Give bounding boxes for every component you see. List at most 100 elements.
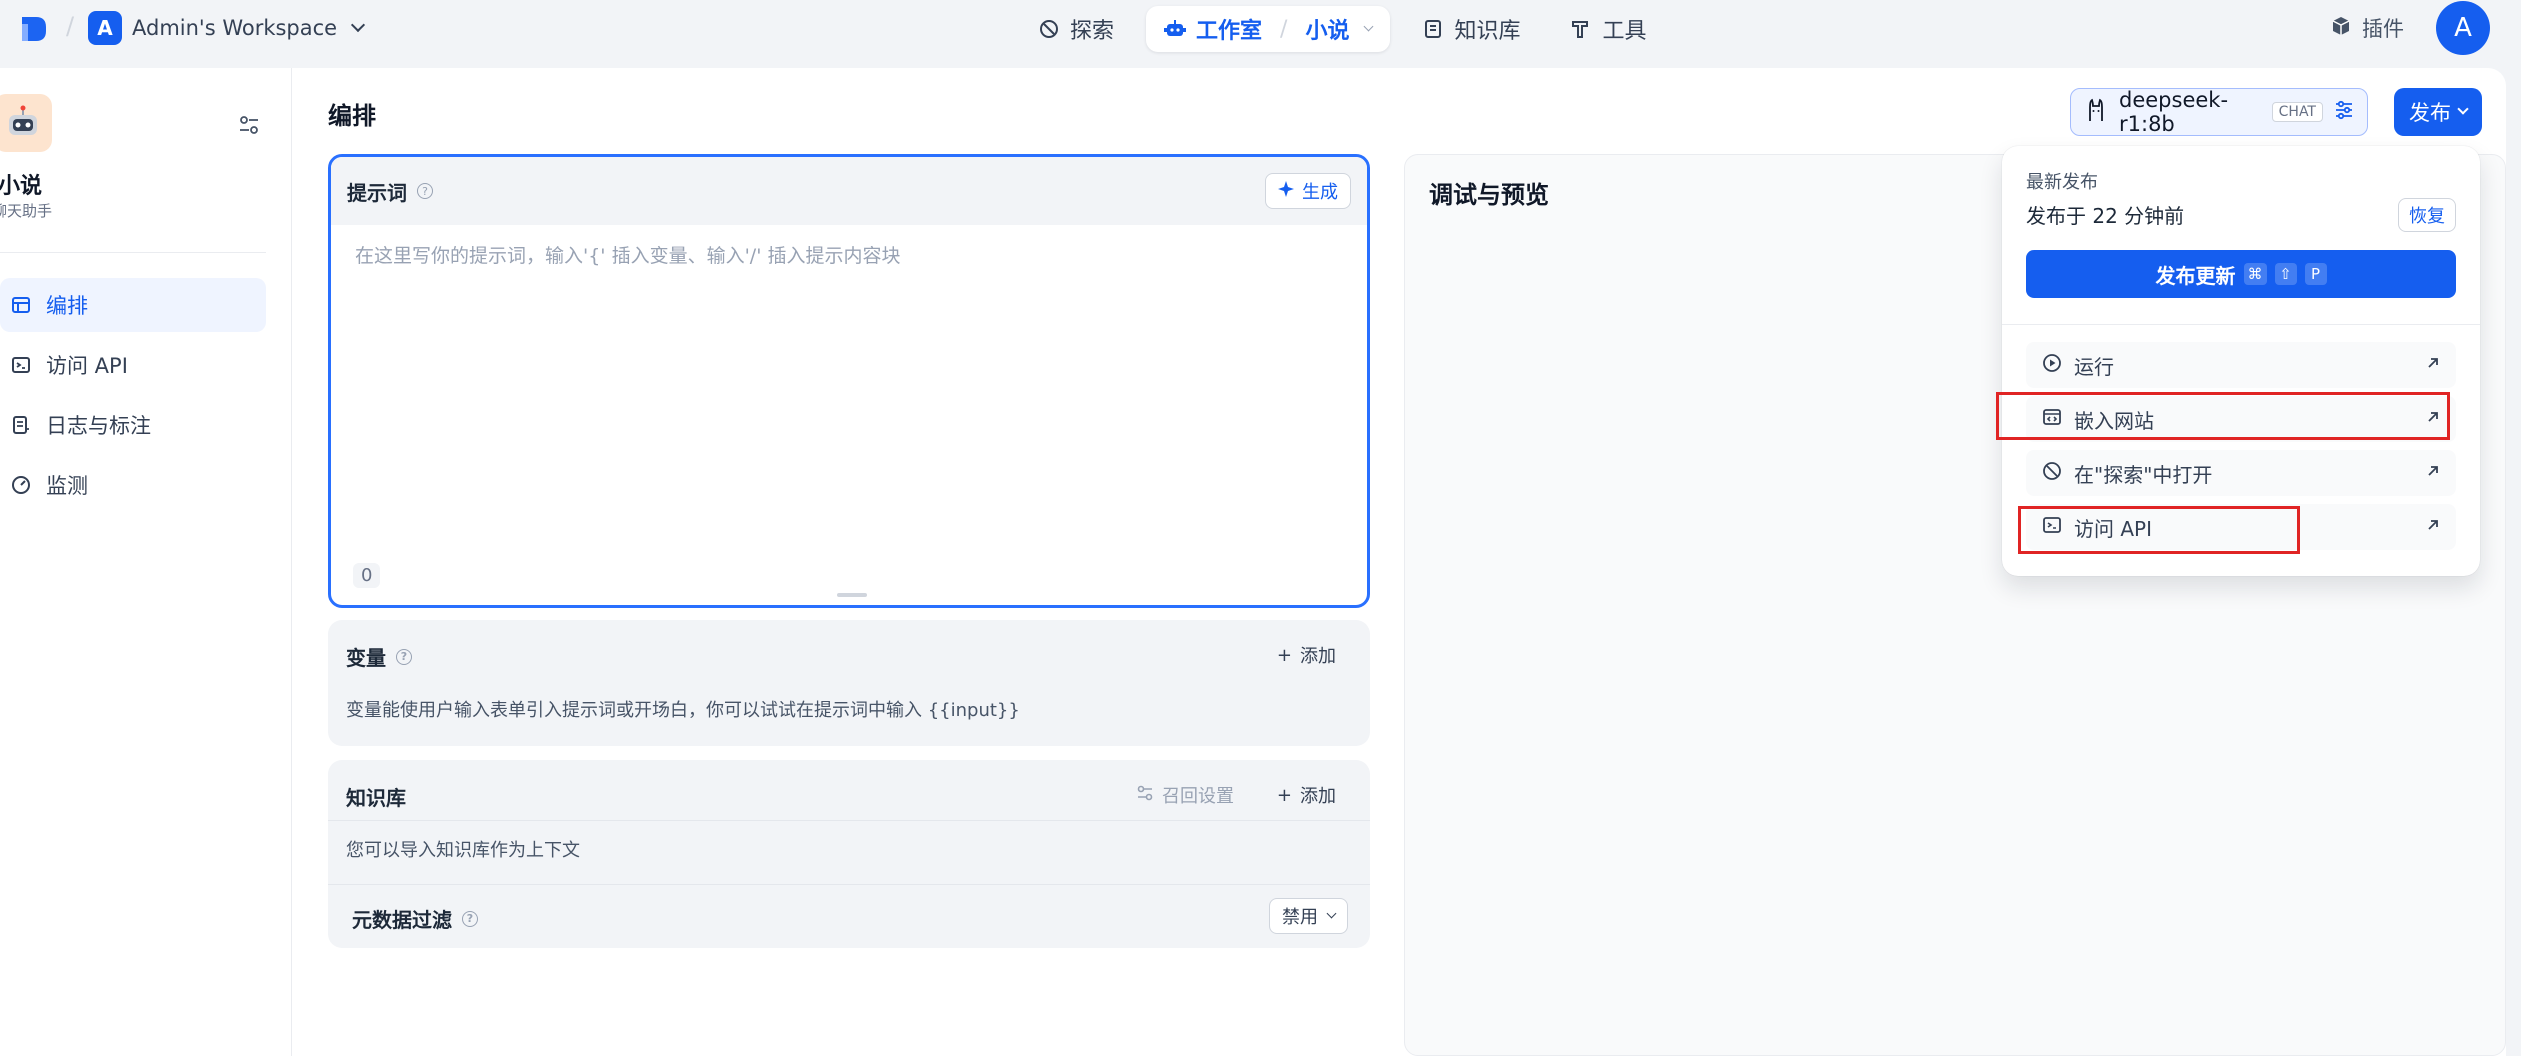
- hammer-icon: [1570, 18, 1592, 40]
- restore-button[interactable]: 恢复: [2398, 198, 2456, 232]
- app-description: 聊天助手: [0, 202, 53, 220]
- generate-button[interactable]: 生成: [1265, 173, 1351, 209]
- nav-knowledge[interactable]: 知识库: [1404, 6, 1538, 52]
- sidebar-item-logs[interactable]: 日志与标注: [0, 398, 266, 452]
- cube-icon: [2330, 15, 2352, 42]
- add-label: 添加: [1300, 786, 1336, 807]
- knowledge-title: 知识库: [346, 786, 406, 810]
- terminal-icon: [2042, 515, 2062, 540]
- sidebar-item-api[interactable]: 访问 API: [0, 338, 266, 392]
- metadata-filter-label: 元数据过滤: [352, 908, 452, 932]
- add-knowledge-button[interactable]: + 添加: [1277, 782, 1336, 808]
- nav-studio[interactable]: 工作室 / 小说: [1146, 6, 1391, 52]
- metadata-filter-value: 禁用: [1282, 907, 1318, 928]
- main-nav: 探索 工作室 / 小说 知识库 工具: [1020, 6, 1665, 52]
- menu-item-access-api[interactable]: 访问 API: [2026, 504, 2456, 550]
- user-avatar[interactable]: A: [2436, 1, 2490, 55]
- menu-item-label: 嵌入网站: [2074, 408, 2154, 433]
- layout-icon: [10, 294, 32, 316]
- menu-item-label: 访问 API: [2074, 516, 2152, 541]
- workspace-avatar: A: [88, 11, 122, 45]
- settings-sliders-icon[interactable]: [2333, 99, 2355, 125]
- add-variable-button[interactable]: + 添加: [1277, 642, 1336, 668]
- plus-icon: +: [1276, 644, 1292, 666]
- metadata-filter-select[interactable]: 禁用: [1269, 898, 1348, 934]
- plugins-link[interactable]: 插件: [2330, 12, 2404, 44]
- arrow-up-right-icon: [2428, 358, 2438, 368]
- sidebar-item-orchestrate[interactable]: 编排: [0, 278, 266, 332]
- help-icon[interactable]: ?: [396, 648, 412, 665]
- log-icon: [10, 414, 32, 436]
- variables-card: 变量 ? + 添加 变量能使用户输入表单引入提示词或开场白，你可以试试在提示词中…: [328, 620, 1370, 746]
- robot-icon: [9, 105, 37, 135]
- arrow-up-right-icon: [2428, 466, 2438, 476]
- terminal-icon: [10, 354, 32, 376]
- shortcut-key: ⌘: [2243, 263, 2267, 285]
- publish-update-button[interactable]: 发布更新 ⌘ ⇧ P: [2026, 250, 2456, 298]
- top-navigation-bar: / A Admin's Workspace 探索 工作室 / 小说 知识库 工具…: [0, 0, 2521, 56]
- variables-description: 变量能使用户输入表单引入提示词或开场白，你可以试试在提示词中输入 {{input…: [346, 700, 1020, 721]
- menu-item-label: 在"探索"中打开: [2074, 462, 2213, 487]
- menu-item-run[interactable]: 运行: [2026, 342, 2456, 388]
- nav-current-app[interactable]: 小说: [1305, 13, 1349, 45]
- resize-handle[interactable]: [837, 593, 867, 597]
- nav-studio-label: 工作室: [1196, 19, 1263, 44]
- knowledge-description: 您可以导入知识库作为上下文: [346, 840, 580, 861]
- sidebar-divider: [0, 252, 266, 253]
- sparkle-icon: [1278, 180, 1296, 203]
- chevron-down-icon: [1326, 908, 1337, 918]
- knowledge-card: 知识库 召回设置 + 添加 您可以导入知识库作为上下文 元数据过滤 ? 禁用: [328, 760, 1370, 948]
- embed-icon: [2042, 407, 2062, 432]
- publish-label: 发布: [2409, 101, 2451, 125]
- compass-icon: [2042, 461, 2062, 486]
- plugins-label: 插件: [2362, 17, 2404, 41]
- robot-icon: [1164, 18, 1187, 40]
- chevron-down-icon: [1364, 21, 1374, 31]
- menu-item-embed-website[interactable]: 嵌入网站: [2026, 396, 2456, 442]
- sidebar-item-label: 日志与标注: [46, 414, 151, 438]
- app-robot-avatar: [0, 94, 52, 152]
- sidebar-settings-icon[interactable]: [236, 112, 262, 138]
- model-selector[interactable]: deepseek-r1:8b CHAT: [2070, 88, 2368, 136]
- nav-tools-label: 工具: [1602, 19, 1647, 44]
- add-label: 添加: [1300, 646, 1336, 667]
- llama-icon: [2083, 97, 2109, 127]
- nav-separator: /: [1280, 16, 1288, 42]
- page-title: 编排: [328, 102, 376, 130]
- variables-title-row: 变量 ?: [346, 642, 412, 671]
- compass-icon: [1038, 18, 1060, 40]
- app-name: 小说: [0, 174, 43, 199]
- sidebar-item-label: 编排: [46, 294, 88, 318]
- chevron-down-icon: [351, 17, 366, 33]
- gauge-icon: [10, 474, 32, 496]
- recall-label: 召回设置: [1162, 786, 1234, 807]
- prompt-title: 提示词: [347, 180, 407, 205]
- chevron-down-icon: [2457, 103, 2469, 115]
- nav-tools[interactable]: 工具: [1552, 6, 1664, 52]
- arrow-up-right-icon: [2428, 412, 2438, 422]
- help-icon[interactable]: ?: [462, 910, 478, 927]
- sidebar-item-monitor[interactable]: 监测: [0, 458, 266, 512]
- help-icon[interactable]: ?: [417, 183, 433, 199]
- workspace-switcher[interactable]: A Admin's Workspace: [88, 10, 366, 46]
- published-time: 发布于 22 分钟前: [2026, 204, 2185, 228]
- menu-item-label: 运行: [2074, 354, 2114, 379]
- arrow-up-right-icon: [2428, 520, 2438, 530]
- breadcrumb-separator: /: [66, 12, 75, 40]
- menu-item-open-in-explore[interactable]: 在"探索"中打开: [2026, 450, 2456, 496]
- prompt-char-count: 0: [353, 563, 381, 588]
- prompt-placeholder[interactable]: 在这里写你的提示词，输入'{' 插入变量、输入'/' 插入提示内容块: [355, 241, 900, 268]
- generate-label: 生成: [1302, 182, 1338, 203]
- app-logo-icon[interactable]: [18, 14, 48, 44]
- nav-explore-label: 探索: [1070, 19, 1115, 44]
- nav-explore[interactable]: 探索: [1020, 6, 1132, 52]
- publish-update-label: 发布更新: [2155, 263, 2236, 288]
- latest-publish-label: 最新发布: [2026, 172, 2098, 193]
- recall-settings-button[interactable]: 召回设置: [1136, 782, 1234, 808]
- publish-button[interactable]: 发布: [2394, 88, 2482, 136]
- publish-dropdown-menu: 最新发布 发布于 22 分钟前 恢复 发布更新 ⌘ ⇧ P 运行 嵌入网站 在"…: [2002, 146, 2480, 576]
- prompt-editor[interactable]: 提示词 ? 生成 在这里写你的提示词，输入'{' 插入变量、输入'/' 插入提示…: [328, 154, 1370, 608]
- sliders-icon: [1136, 784, 1154, 807]
- nav-knowledge-label: 知识库: [1454, 19, 1521, 44]
- book-icon: [1422, 18, 1444, 40]
